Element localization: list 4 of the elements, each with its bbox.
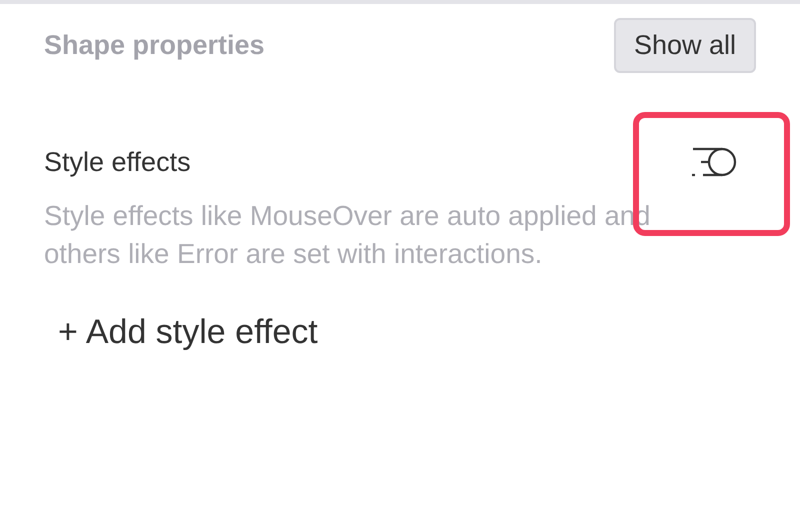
add-style-effect-button[interactable]: + Add style effect — [58, 313, 318, 352]
panel-title: Shape properties — [44, 30, 265, 61]
show-all-button[interactable]: Show all — [614, 18, 756, 73]
section-title: Style effects — [44, 146, 191, 178]
